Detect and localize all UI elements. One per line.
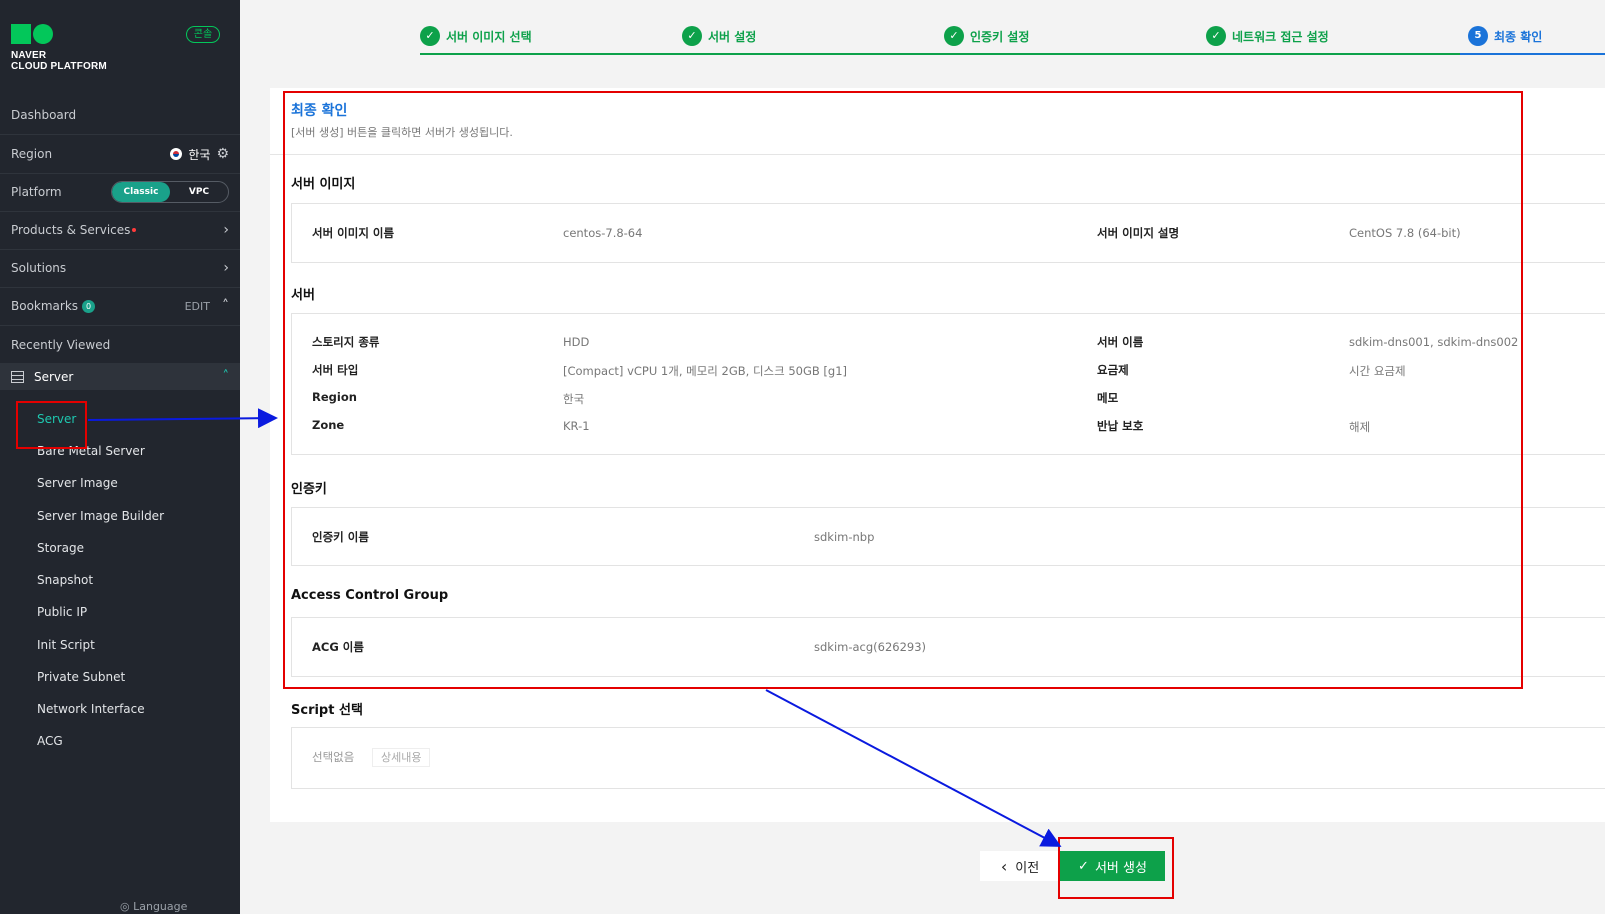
arrow-to-panel [87, 408, 278, 429]
annotation-arrows [87, 408, 1062, 847]
arrow-to-create-button [765, 689, 1062, 847]
